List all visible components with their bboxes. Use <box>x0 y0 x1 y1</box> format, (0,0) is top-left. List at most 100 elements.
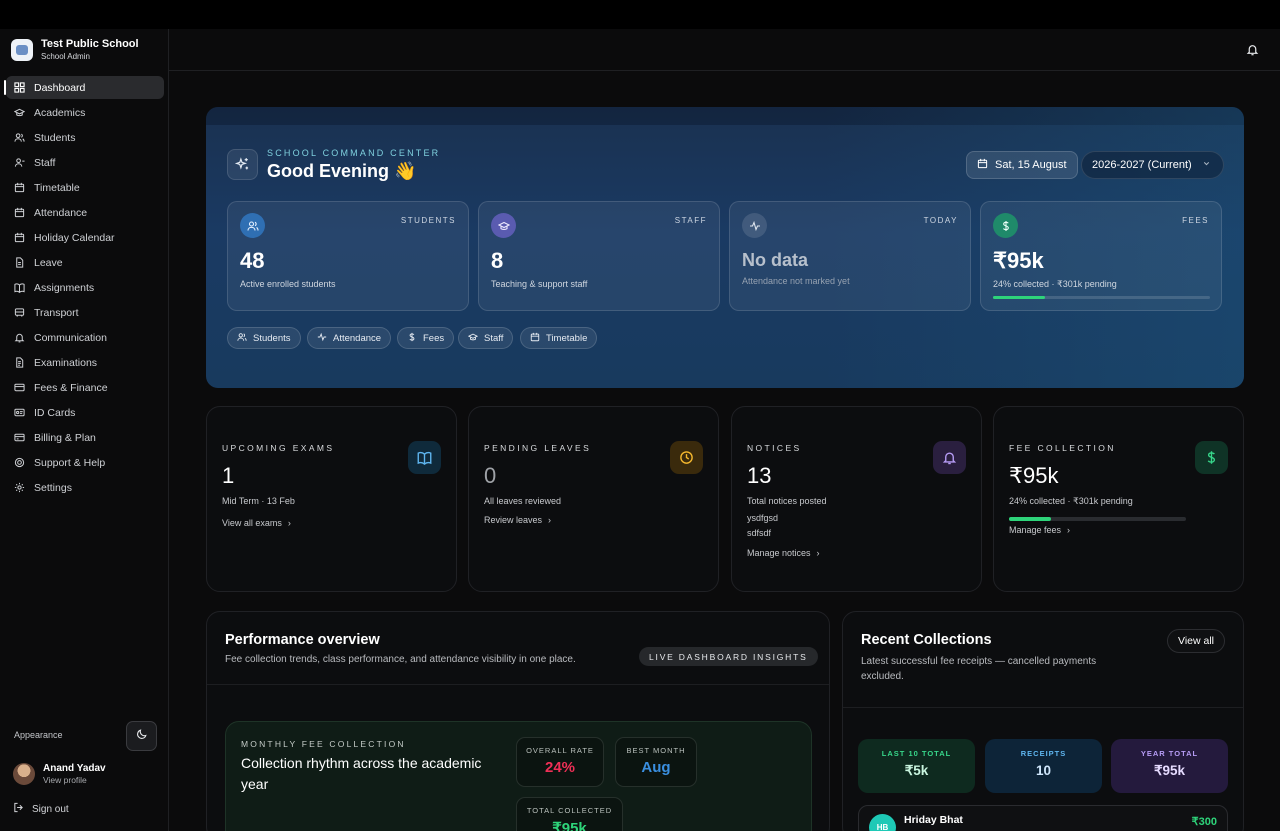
stat-value: ₹95k <box>993 248 1044 273</box>
academic-year-select[interactable]: 2026-2027 (Current) <box>1081 151 1224 179</box>
stat-card-fees[interactable]: FEES ₹95k 24% collected · ₹301k pending <box>980 201 1222 311</box>
card-value: 13 <box>747 463 772 488</box>
sidebar-item-label: Transport <box>34 306 79 319</box>
view-all-exams-link[interactable]: View all exams › <box>222 518 291 528</box>
pill-label: TOTAL COLLECTED <box>526 806 613 815</box>
sidebar-item-attendance[interactable]: Attendance <box>6 201 164 224</box>
dollar-icon <box>993 213 1018 238</box>
quick-link-label: Attendance <box>333 332 382 344</box>
sidebar-item-holiday-calendar[interactable]: Holiday Calendar <box>6 226 164 249</box>
quick-link-label: Timetable <box>546 332 588 344</box>
tile-value: ₹5k <box>904 763 929 778</box>
chevron-right-icon: › <box>287 518 291 528</box>
sign-out-button[interactable]: Sign out <box>13 802 69 816</box>
sidebar-item-students[interactable]: Students <box>6 126 164 149</box>
users-icon <box>237 332 247 345</box>
sidebar-nav: Dashboard Academics Students Staff Timet… <box>4 76 164 501</box>
notifications-button[interactable] <box>1246 43 1259 61</box>
wallet-icon <box>14 382 25 393</box>
users-icon <box>240 213 265 238</box>
user-icon <box>14 157 25 168</box>
file-icon <box>14 257 25 268</box>
quick-link-label: Students <box>253 332 291 344</box>
quick-link-fees[interactable]: Fees <box>397 327 455 349</box>
quick-link-timetable[interactable]: Timetable <box>520 327 598 349</box>
view-all-button[interactable]: View all <box>1167 629 1225 653</box>
stat-label: TODAY <box>923 216 958 225</box>
stat-card-today[interactable]: TODAY No data Attendance not marked yet <box>729 201 971 311</box>
sidebar-item-fees-finance[interactable]: Fees & Finance <box>6 376 164 399</box>
sidebar-item-settings[interactable]: Settings <box>6 476 164 499</box>
quick-link-label: Staff <box>484 332 504 344</box>
overall-rate-pill: OVERALL RATE 24% <box>516 737 604 787</box>
quick-link-staff[interactable]: Staff <box>458 327 514 349</box>
stat-card-staff[interactable]: STAFF 8 Teaching & support staff <box>478 201 720 311</box>
sparkles-icon <box>227 149 258 180</box>
sidebar-item-billing-plan[interactable]: Billing & Plan <box>6 426 164 449</box>
card-label: PENDING LEAVES <box>484 443 592 453</box>
divider <box>207 684 829 685</box>
activity-icon <box>317 332 327 345</box>
sidebar-item-communication[interactable]: Communication <box>6 326 164 349</box>
sidebar-item-staff[interactable]: Staff <box>6 151 164 174</box>
view-profile-link[interactable]: View profile <box>43 775 106 785</box>
sidebar-item-academics[interactable]: Academics <box>6 101 164 124</box>
card-link-label: Manage fees <box>1009 525 1062 535</box>
brand[interactable]: Test Public School School Admin <box>11 38 139 62</box>
fees-progress-fill <box>993 296 1046 299</box>
sidebar-item-label: Dashboard <box>34 81 86 94</box>
card-link-label: Manage notices <box>747 548 811 558</box>
sidebar-item-label: Students <box>34 131 76 144</box>
sidebar-item-label: Billing & Plan <box>34 431 96 444</box>
sidebar-item-label: Examinations <box>34 356 98 369</box>
receipt-name: Hriday Bhat <box>904 814 963 826</box>
section-title: Recent Collections <box>861 632 992 648</box>
logout-icon <box>13 802 24 816</box>
sidebar-item-assignments[interactable]: Assignments <box>6 276 164 299</box>
stat-card-students[interactable]: STUDENTS 48 Active enrolled students <box>227 201 469 311</box>
quick-link-students[interactable]: Students <box>227 327 301 349</box>
user-profile[interactable]: Anand Yadav View profile <box>13 763 106 785</box>
card-value: 1 <box>222 463 235 488</box>
card-label: UPCOMING EXAMS <box>222 443 335 453</box>
last-10-total-tile: LAST 10 TOTAL ₹5k <box>858 739 975 793</box>
date-button[interactable]: Sat, 15 August <box>966 151 1078 179</box>
sidebar-item-leave[interactable]: Leave <box>6 251 164 274</box>
dollar-icon <box>1195 441 1228 474</box>
notice-item[interactable]: ysdfgsd <box>747 513 778 523</box>
performance-overview: Performance overview Fee collection tren… <box>206 611 830 831</box>
book-open-icon <box>408 441 441 474</box>
manage-fees-link[interactable]: Manage fees › <box>1009 525 1070 535</box>
list-item[interactable]: HB Hriday Bhat ₹300 <box>858 805 1228 831</box>
lifebuoy-icon <box>14 457 25 468</box>
sidebar-item-timetable[interactable]: Timetable <box>6 176 164 199</box>
calendar-check-icon <box>14 207 25 218</box>
sidebar-item-transport[interactable]: Transport <box>6 301 164 324</box>
theme-toggle-button[interactable] <box>126 721 157 751</box>
sidebar-item-id-cards[interactable]: ID Cards <box>6 401 164 424</box>
tile-value: 10 <box>1035 763 1052 778</box>
dashboard-icon <box>14 82 25 93</box>
sidebar-item-label: Leave <box>34 256 63 269</box>
hero-kicker: SCHOOL COMMAND CENTER <box>267 148 441 158</box>
app-shell: Test Public School School Admin Dashboar… <box>0 29 1280 831</box>
card-upcoming-exams: UPCOMING EXAMS 1 Mid Term · 13 Feb View … <box>206 406 457 592</box>
sidebar-item-dashboard[interactable]: Dashboard <box>4 76 164 99</box>
notice-item[interactable]: sdfsdf <box>747 528 771 538</box>
divider <box>843 707 1243 708</box>
calendar-icon <box>14 232 25 243</box>
stat-sub: Active enrolled students <box>240 279 336 289</box>
section-subtitle: Latest successful fee receipts — cancell… <box>861 656 1097 682</box>
sidebar-item-support-help[interactable]: Support & Help <box>6 451 164 474</box>
bus-icon <box>14 307 25 318</box>
section-title: Performance overview <box>225 632 380 648</box>
sidebar-item-examinations[interactable]: Examinations <box>6 351 164 374</box>
total-collected-pill: TOTAL COLLECTED ₹95k <box>516 797 623 831</box>
stat-value: 48 <box>240 248 265 273</box>
appearance-label: Appearance <box>14 730 63 740</box>
review-leaves-link[interactable]: Review leaves › <box>484 515 551 525</box>
quick-link-attendance[interactable]: Attendance <box>307 327 392 349</box>
graduation-cap-icon <box>14 107 25 118</box>
window-top-strip <box>0 0 1280 29</box>
manage-notices-link[interactable]: Manage notices › <box>747 548 820 558</box>
